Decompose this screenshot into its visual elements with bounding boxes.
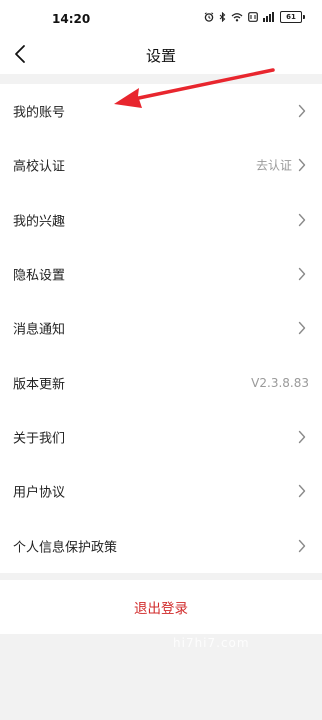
settings-row-label: 关于我们 [13, 431, 66, 447]
settings-row[interactable]: 关于我们 [0, 410, 322, 464]
logout-label: 退出登录 [134, 601, 188, 617]
chevron-right-icon [298, 159, 306, 172]
settings-list: 我的账号高校认证 去认证我的兴趣隐私设置消息通知版本更新 V2.3.8.83 关于我们… [0, 84, 322, 573]
settings-row-label: 消息通知 [13, 322, 66, 338]
status-icons: 61 [204, 11, 305, 23]
settings-row-label: 高校认证 [13, 159, 66, 175]
chevron-right-icon [298, 322, 306, 335]
settings-row[interactable]: 高校认证 去认证 [0, 138, 322, 192]
battery-icon: 61 [280, 11, 305, 23]
settings-row-label: 用户协议 [13, 485, 66, 501]
settings-row-value: V2.3.8.83 [251, 375, 309, 390]
alarm-icon [204, 12, 214, 22]
status-bar: 14:20 61 [0, 0, 322, 36]
settings-row-label: 我的账号 [13, 105, 66, 121]
chevron-right-icon [298, 267, 306, 281]
settings-row-label: 隐私设置 [13, 268, 66, 284]
settings-row-value: 去认证 [255, 158, 292, 173]
watermark: hi7hi7.com [173, 636, 250, 650]
settings-row[interactable]: 版本更新 V2.3.8.83 [0, 355, 322, 409]
signal-icon [263, 12, 274, 22]
settings-row[interactable]: 我的账号 [0, 84, 322, 138]
settings-row[interactable]: 消息通知 [0, 301, 322, 355]
settings-row[interactable]: 用户协议 [0, 464, 322, 518]
bluetooth-icon [219, 12, 226, 22]
chevron-right-icon [298, 539, 306, 552]
chevron-right-icon [298, 430, 306, 444]
data-icon [248, 12, 258, 22]
settings-row[interactable]: 我的兴趣 [0, 193, 322, 247]
page-title: 设置 [145, 47, 176, 65]
settings-row[interactable]: 个人信息保护政策 [0, 518, 322, 572]
settings-row-label: 我的兴趣 [13, 214, 66, 230]
wifi-icon [231, 13, 243, 22]
status-time: 14:20 [52, 12, 91, 26]
settings-row[interactable]: 隐私设置 [0, 247, 322, 301]
chevron-right-icon [298, 485, 306, 498]
settings-row-label: 版本更新 [13, 377, 66, 393]
nav-bar: 设置 [0, 36, 322, 74]
settings-row-label: 个人信息保护政策 [13, 540, 118, 556]
logout-button[interactable]: 退出登录 [0, 580, 322, 634]
chevron-right-icon [298, 104, 306, 118]
chevron-right-icon [298, 213, 306, 226]
